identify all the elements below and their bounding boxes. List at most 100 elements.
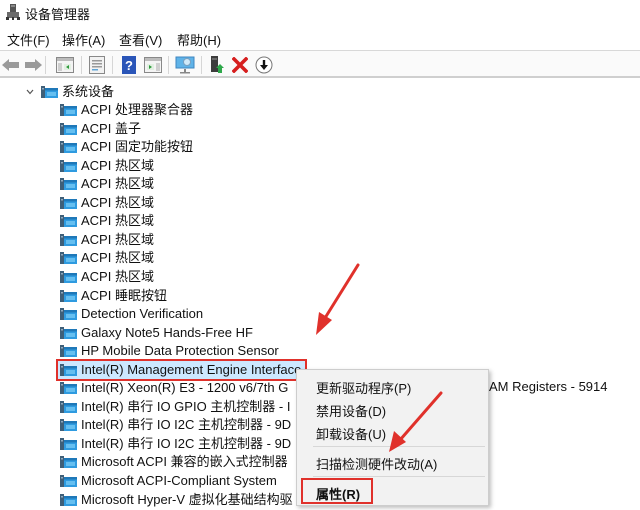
help-button[interactable]: ? (119, 55, 139, 75)
device-label: ACPI 睡眠按钮 (81, 287, 167, 303)
system-device-icon (60, 270, 77, 284)
menu-help[interactable]: 帮助(H) (177, 30, 221, 49)
system-device-icon (41, 85, 58, 99)
device-label: ACPI 热区域 (81, 250, 154, 266)
help-icon: ? (122, 56, 136, 74)
action-pane-icon (144, 57, 162, 73)
device-label: Detection Verification (81, 306, 204, 322)
menu-view[interactable]: 查看(V) (119, 30, 162, 49)
system-device-icon (60, 326, 77, 340)
device-row[interactable]: HP Mobile Data Protection Sensor (60, 342, 279, 360)
device-label: Microsoft ACPI 兼容的嵌入式控制器 (81, 454, 288, 470)
device-row[interactable]: ACPI 固定功能按钮 (60, 138, 193, 156)
toolbar-separator (45, 56, 46, 74)
device-row[interactable]: Intel(R) Xeon(R) E3 - 1200 v6/7th G (60, 379, 288, 397)
forward-button[interactable] (23, 55, 43, 75)
device-label: ACPI 热区域 (81, 213, 154, 229)
menu-action[interactable]: 操作(A) (62, 30, 105, 49)
device-label: ACPI 热区域 (81, 194, 154, 210)
ctx-disable-device[interactable]: 禁用设备(D) (316, 401, 386, 420)
device-row[interactable]: Intel(R) 串行 IO I2C 主机控制器 - 9D (60, 435, 291, 453)
scan-hardware-button[interactable] (175, 55, 195, 75)
uninstall-device-button[interactable] (230, 55, 250, 75)
system-device-icon (60, 400, 77, 414)
device-label: Galaxy Note5 Hands-Free HF (81, 324, 253, 340)
console-tree-button[interactable] (55, 55, 75, 75)
arrow-left-icon (2, 59, 19, 71)
device-row[interactable]: Galaxy Note5 Hands-Free HF (60, 324, 253, 342)
device-row[interactable]: ACPI 热区域 (60, 231, 154, 249)
device-label: ACPI 热区域 (81, 157, 154, 173)
device-label: ACPI 热区域 (81, 268, 154, 284)
ctx-scan-hardware[interactable]: 扫描检测硬件改动(A) (316, 454, 437, 473)
device-row[interactable]: ACPI 热区域 (60, 194, 154, 212)
device-row[interactable]: ACPI 盖子 (60, 120, 141, 138)
toolbar-separator (201, 56, 202, 74)
device-row-selected[interactable]: Intel(R) Management Engine Interface (55, 358, 308, 381)
toolbar: ? (0, 50, 640, 78)
ctx-uninstall-device[interactable]: 卸载设备(U) (316, 424, 386, 443)
scan-monitor-icon (175, 56, 195, 74)
device-row[interactable]: Microsoft ACPI 兼容的嵌入式控制器 (60, 453, 288, 471)
system-device-icon (60, 307, 77, 321)
disable-device-button[interactable] (254, 55, 274, 75)
action-pane-button[interactable] (143, 55, 163, 75)
device-row[interactable]: ACPI 热区域 (60, 268, 154, 286)
system-device-icon (60, 214, 77, 228)
arrow-right-icon (25, 59, 42, 71)
device-label: Intel(R) 串行 IO I2C 主机控制器 - 9D (81, 435, 292, 451)
device-row[interactable]: ACPI 热区域 (60, 249, 154, 267)
system-device-icon (60, 418, 77, 432)
system-device-icon (60, 455, 77, 469)
device-row[interactable]: Detection Verification (60, 305, 203, 323)
device-label: Intel(R) Xeon(R) E3 - 1200 v6/7th G (81, 380, 289, 396)
toolbar-separator (168, 56, 169, 74)
window-title: 设备管理器 (25, 7, 91, 22)
ctx-separator (313, 476, 485, 477)
system-device-icon (60, 493, 77, 507)
properties-button[interactable] (87, 55, 107, 75)
device-row[interactable]: Microsoft ACPI-Compliant System (60, 472, 277, 490)
device-row[interactable]: Intel(R) 串行 IO I2C 主机控制器 - 9D (60, 416, 291, 434)
ctx-update-driver[interactable]: 更新驱动程序(P) (316, 378, 411, 397)
chevron-down-icon[interactable] (24, 89, 36, 95)
svg-text:?: ? (125, 58, 133, 73)
device-label: Intel(R) Management Engine Interface (81, 361, 302, 377)
context-menu: 更新驱动程序(P) 禁用设备(D) 卸载设备(U) 扫描检测硬件改动(A) 属性… (296, 369, 489, 506)
ctx-separator (313, 446, 485, 447)
device-row[interactable]: ACPI 热区域 (60, 175, 154, 193)
console-tree-icon (56, 57, 74, 73)
update-driver-button[interactable] (207, 55, 227, 75)
disable-down-arrow-icon (255, 56, 273, 74)
menu-bar: 文件(F) 操作(A) 查看(V) 帮助(H) (0, 28, 640, 50)
device-row[interactable]: ACPI 睡眠按钮 (60, 287, 167, 305)
system-device-icon (60, 381, 77, 395)
device-row[interactable]: Microsoft Hyper-V 虚拟化基础结构驱 (60, 491, 293, 509)
tree-category-system-devices[interactable]: 系统设备 (24, 83, 114, 101)
system-device-icon (60, 233, 77, 247)
device-row[interactable]: ACPI 热区域 (60, 212, 154, 230)
device-label: ACPI 热区域 (81, 176, 154, 192)
system-device-icon (60, 289, 77, 303)
system-device-icon (60, 344, 77, 358)
system-device-icon (60, 437, 77, 451)
update-driver-icon (211, 56, 224, 73)
menu-file[interactable]: 文件(F) (7, 30, 50, 49)
device-label: ACPI 盖子 (81, 120, 141, 136)
device-label: HP Mobile Data Protection Sensor (81, 343, 279, 359)
device-row[interactable]: ACPI 热区域 (60, 157, 154, 175)
back-button[interactable] (1, 55, 21, 75)
device-row[interactable]: Intel(R) 串行 IO GPIO 主机控制器 - I (60, 398, 290, 416)
device-label: Microsoft ACPI-Compliant System (81, 473, 277, 488)
system-device-icon (60, 474, 77, 488)
system-device-icon (60, 177, 77, 191)
device-label: Intel(R) 串行 IO GPIO 主机控制器 - I (81, 398, 291, 414)
uninstall-x-icon (232, 57, 248, 73)
properties-highlight-box (301, 478, 373, 504)
device-manager-icon (6, 4, 20, 20)
device-label: ACPI 热区域 (81, 231, 154, 247)
device-label: Microsoft Hyper-V 虚拟化基础结构驱 (81, 491, 293, 507)
device-label: ACPI 固定功能按钮 (81, 139, 193, 155)
system-device-icon (60, 103, 77, 117)
device-row[interactable]: ACPI 处理器聚合器 (60, 101, 193, 119)
